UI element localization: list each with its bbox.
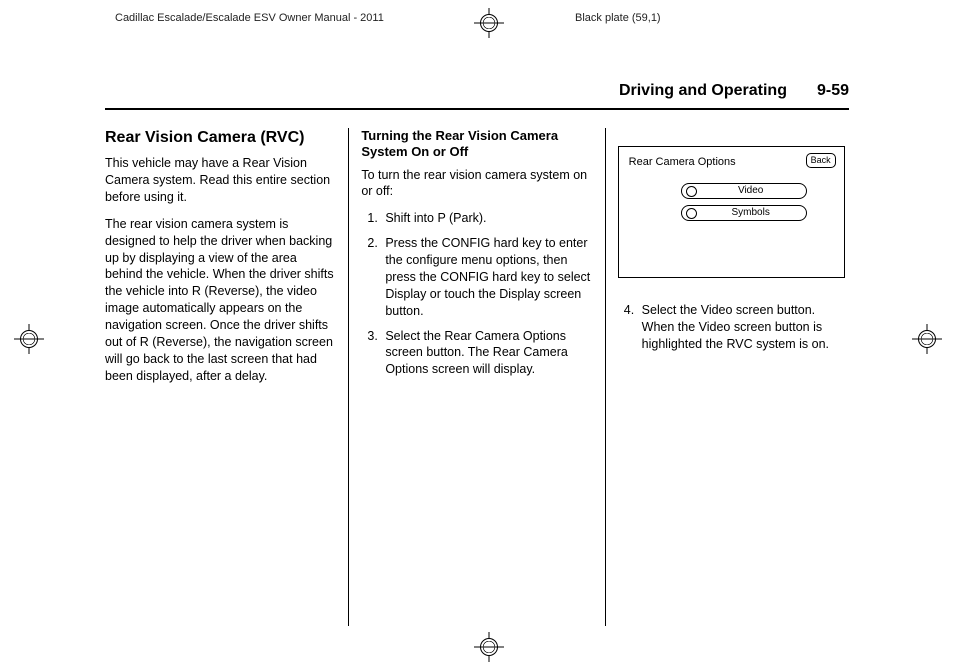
page-body: Driving and Operating 9-59 Rear Vision C… bbox=[105, 78, 849, 626]
registration-mark-top bbox=[480, 14, 498, 32]
rvc-heading: Rear Vision Camera (RVC) bbox=[105, 128, 336, 147]
rear-camera-options-screen: Rear Camera Options Back Video Symbols bbox=[618, 146, 845, 278]
section-title: Driving and Operating bbox=[619, 82, 787, 100]
steps-list-continued: Select the Video screen button. When the… bbox=[618, 302, 849, 353]
steps-list: Shift into P (Park). Press the CONFIG ha… bbox=[361, 210, 592, 378]
rvc-description-paragraph: The rear vision camera system is designe… bbox=[105, 216, 336, 385]
step-4: Select the Video screen button. When the… bbox=[638, 302, 849, 353]
symbols-option-button[interactable]: Symbols bbox=[681, 205, 807, 221]
column-3: Rear Camera Options Back Video Symbols S… bbox=[605, 128, 849, 626]
step-3: Select the Rear Camera Options screen bu… bbox=[381, 328, 592, 379]
turning-on-off-intro: To turn the rear vision camera system on… bbox=[361, 167, 592, 201]
symbols-option-label: Symbols bbox=[731, 207, 769, 218]
column-1: Rear Vision Camera (RVC) This vehicle ma… bbox=[105, 128, 348, 626]
radio-indicator-icon bbox=[686, 208, 697, 219]
back-button[interactable]: Back bbox=[806, 153, 836, 168]
rvc-intro-paragraph: This vehicle may have a Rear Vision Came… bbox=[105, 155, 336, 206]
video-option-label: Video bbox=[738, 185, 763, 196]
registration-mark-left bbox=[20, 330, 38, 348]
turning-on-off-heading: Turning the Rear Vision Camera System On… bbox=[361, 128, 592, 161]
plate-label: Black plate (59,1) bbox=[575, 12, 661, 24]
running-head: Driving and Operating 9-59 bbox=[105, 78, 849, 110]
column-2: Turning the Rear Vision Camera System On… bbox=[348, 128, 604, 626]
registration-mark-bottom bbox=[480, 638, 498, 656]
video-option-button[interactable]: Video bbox=[681, 183, 807, 199]
rco-screen-title: Rear Camera Options bbox=[629, 155, 736, 170]
registration-mark-right bbox=[918, 330, 936, 348]
step-1: Shift into P (Park). bbox=[381, 210, 592, 227]
page-number: 9-59 bbox=[817, 82, 849, 100]
radio-indicator-icon bbox=[686, 186, 697, 197]
doc-title: Cadillac Escalade/Escalade ESV Owner Man… bbox=[115, 12, 384, 24]
step-2: Press the CONFIG hard key to enter the c… bbox=[381, 235, 592, 319]
